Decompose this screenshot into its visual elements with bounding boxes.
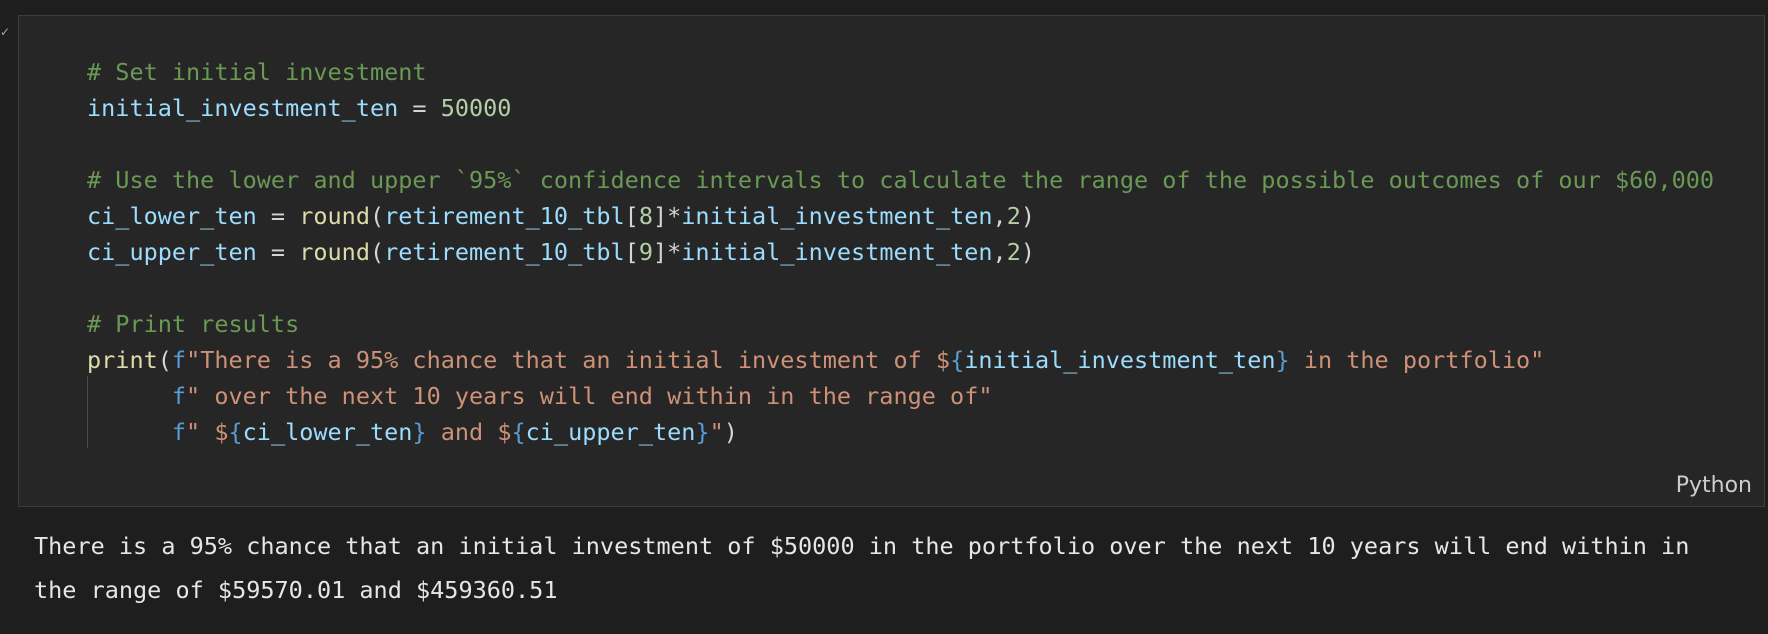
code-token: [ [624,238,639,266]
code-line[interactable]: # Print results [87,306,1714,342]
code-token: " over the next 10 years will end within… [186,382,993,410]
code-token: # Print results [87,310,300,338]
code-token: initial_investment_ten [681,202,993,230]
code-token: ( [369,202,385,230]
code-token: } [695,418,710,446]
code-token: , [992,238,1007,266]
code-cell[interactable]: # Set initial investment initial_investme… [18,15,1765,507]
code-token: = [256,202,300,230]
indent-guide [87,376,88,448]
code-token: 8 [638,202,653,230]
code-token: { [228,418,243,446]
code-token: ]* [652,238,682,266]
code-token: ( [157,346,172,374]
code-editor[interactable]: # Set initial investment initial_investme… [87,54,1714,450]
code-token: } [1275,346,1290,374]
code-token: ) [1020,202,1036,230]
code-token: f [171,418,187,446]
language-label[interactable]: Python [1676,473,1752,498]
code-line[interactable] [87,126,1714,162]
code-token: ( [369,238,385,266]
code-line[interactable]: # Use the lower and upper `95%` confiden… [87,162,1714,198]
code-line[interactable]: f" over the next 10 years will end withi… [87,378,1714,414]
code-token: , [992,202,1007,230]
code-token: { [950,346,965,374]
code-token: ci_lower_ten [87,202,257,230]
code-token: ci_upper_ten [87,238,257,266]
code-token: initial_investment_ten [87,94,399,122]
code-token: 2 [1006,202,1021,230]
code-token: round [299,202,370,230]
code-line[interactable]: # Set initial investment [87,54,1714,90]
code-token: retirement_10_tbl [384,238,625,266]
code-token: f [171,346,187,374]
code-line[interactable]: initial_investment_ten = 50000 [87,90,1714,126]
code-token: 9 [638,238,653,266]
code-token: ci_upper_ten [525,418,696,446]
code-token: in the portfolio" [1289,346,1545,374]
code-token: initial_investment_ten [681,238,993,266]
code-token: { [511,418,526,446]
code-token: ) [1020,238,1036,266]
code-token: # Set initial investment [87,58,427,86]
code-token: round [299,238,370,266]
code-token: f [171,382,187,410]
code-token: "There is a 95% chance that an initial i… [186,346,951,374]
code-token: = [256,238,300,266]
code-token: print [87,346,158,374]
cell-output: There is a 95% chance that an initial in… [34,532,1690,604]
code-token: ci_lower_ten [242,418,413,446]
code-line[interactable]: ci_lower_ten = round(retirement_10_tbl[8… [87,198,1714,234]
code-line[interactable]: f" ${ci_lower_ten} and ${ci_upper_ten}") [87,414,1714,450]
code-token: 50000 [440,94,512,122]
check-icon: ✓ [0,25,11,39]
code-token: 2 [1006,238,1021,266]
code-token: " [709,418,724,446]
code-token: = [398,94,441,122]
code-token: initial_investment_ten [964,346,1276,374]
code-token: [ [624,202,639,230]
code-token: } [412,418,427,446]
code-token: # Use the lower and upper `95%` confiden… [87,166,1715,194]
code-token: " $ [186,418,229,446]
code-token: retirement_10_tbl [384,202,625,230]
code-token: and $ [426,418,512,446]
code-line[interactable] [87,270,1714,306]
code-token: ) [723,418,738,446]
code-line[interactable]: print(f"There is a 95% chance that an in… [87,342,1714,378]
code-token: ]* [652,202,682,230]
code-line[interactable]: ci_upper_ten = round(retirement_10_tbl[9… [87,234,1714,270]
